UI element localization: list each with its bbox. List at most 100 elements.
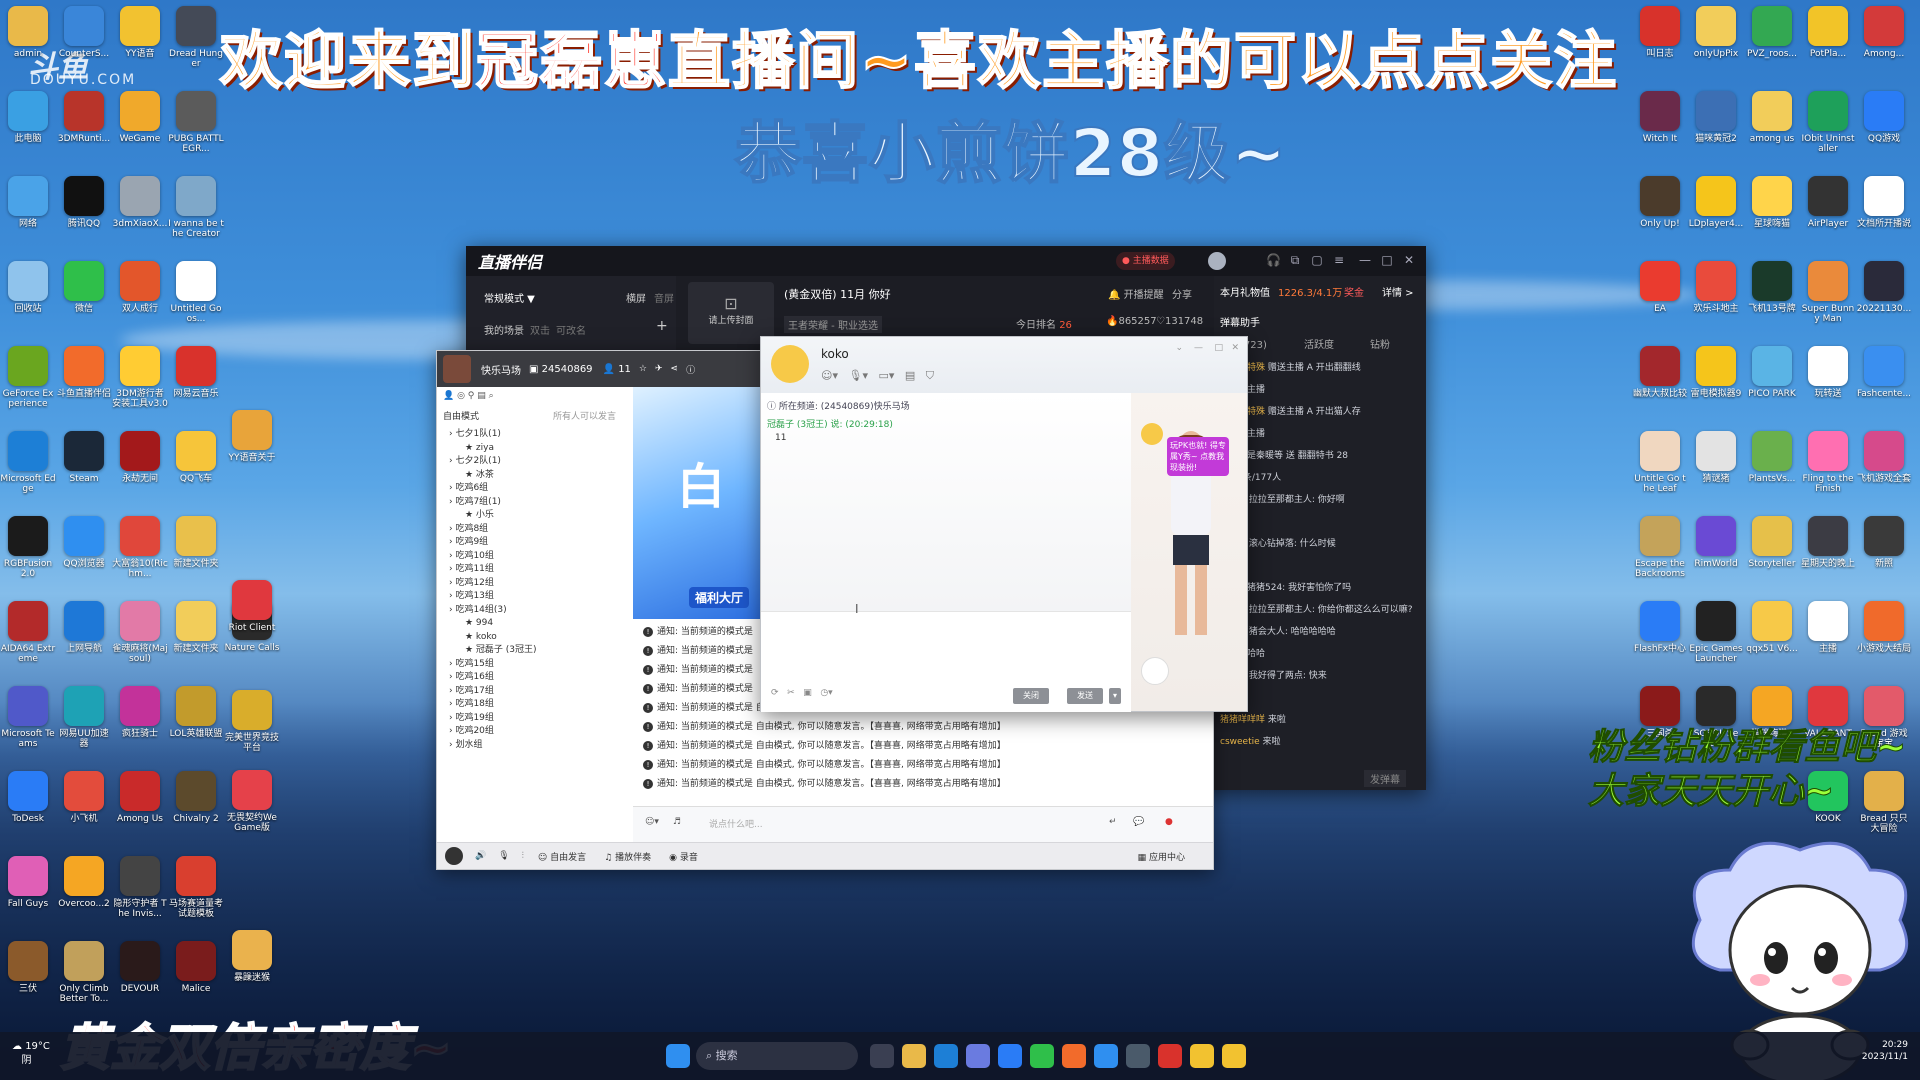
desktop-icon[interactable]: Among... xyxy=(1856,6,1912,59)
plane-icon[interactable]: ✈ xyxy=(655,364,663,374)
desktop-icon[interactable]: PotPla... xyxy=(1800,6,1856,59)
desktop-icon[interactable]: 新建文件夹 xyxy=(168,516,224,569)
channel-subgroup[interactable]: › 吃鸡11组 xyxy=(449,562,494,576)
desktop-icon[interactable]: 欢乐斗地主 xyxy=(1688,261,1744,314)
desktop-icon[interactable]: Escape the Backrooms xyxy=(1632,516,1688,579)
channel-member[interactable]: ★ 冠磊子 (3冠王) xyxy=(465,643,537,657)
desktop-icon[interactable]: 暴躁迷猴 xyxy=(224,930,280,983)
mic-icon[interactable]: ● xyxy=(1165,817,1173,827)
desktop-icon[interactable]: Only Up! xyxy=(1632,176,1688,229)
minimize-icon[interactable]: — xyxy=(1358,253,1372,267)
edge-icon[interactable] xyxy=(934,1044,958,1068)
desktop-icon[interactable]: Untitle Go the Leaf xyxy=(1632,431,1688,494)
contact-avatar[interactable] xyxy=(771,345,809,383)
channel-subgroup[interactable]: › 吃鸡6组 xyxy=(449,481,488,495)
desktop-icon[interactable]: 文档所开播说 xyxy=(1856,176,1912,229)
desktop-icon[interactable]: QQ飞车 xyxy=(168,431,224,484)
desktop-icon[interactable]: 微信 xyxy=(56,261,112,314)
desktop-icon[interactable]: EA xyxy=(1632,261,1688,314)
tab-activity[interactable]: 活跃度 xyxy=(1304,336,1334,351)
desktop-icon[interactable]: Microsoft Edge xyxy=(0,431,56,494)
desktop-icon[interactable]: 星期天的晚上 xyxy=(1800,516,1856,569)
channel-member[interactable]: ★ koko xyxy=(465,630,497,644)
channel-subgroup[interactable]: › 吃鸡7组(1) xyxy=(449,495,501,509)
add-scene-icon[interactable]: + xyxy=(656,318,668,334)
channel-subgroup[interactable]: › 吃鸡12组 xyxy=(449,576,494,590)
pm-send-button[interactable]: 发送 xyxy=(1067,688,1103,704)
desktop-icon[interactable]: 飞机13号牌 xyxy=(1744,261,1800,314)
record-button[interactable]: ◉ 录音 xyxy=(669,850,698,863)
app-center-button[interactable]: ▦ 应用中心 xyxy=(1138,850,1185,863)
desktop-icon[interactable]: GeForce Experience xyxy=(0,346,56,409)
pm-toolbar-icons[interactable]: ☺▾ 🎙▾ ▭▾ ▤ ⛉ xyxy=(821,369,934,383)
desktop-icon[interactable]: Microsoft Teams xyxy=(0,686,56,749)
live-companion-titlebar[interactable]: 直播伴侣 ● 主播数据 🎧 ⧉ ▢ ≡ — □ ✕ xyxy=(466,246,1426,276)
pm-close-button[interactable]: 关闭 xyxy=(1013,688,1049,704)
desktop-icon[interactable]: AIDA64 Extreme xyxy=(0,601,56,664)
desktop-icon[interactable]: 小飞机 xyxy=(56,771,112,824)
desktop-icon[interactable]: 大富翁10(Richm... xyxy=(112,516,168,579)
desktop-icon[interactable]: YY语音关于 xyxy=(224,410,280,463)
desktop-icon[interactable]: Among Us xyxy=(112,771,168,824)
desktop-icon[interactable]: 网易云音乐 xyxy=(168,346,224,399)
channel-subgroup[interactable]: › 吃鸡10组 xyxy=(449,549,494,563)
tab-audio[interactable]: 音屏 xyxy=(654,290,674,305)
channel-subgroup[interactable]: › 吃鸡15组 xyxy=(449,657,494,671)
share-button[interactable]: 分享 xyxy=(1172,286,1192,301)
channel-subgroup[interactable]: › 吃鸡8组 xyxy=(449,522,488,536)
tab-diamond[interactable]: 钻粉 xyxy=(1370,336,1390,351)
channel-member[interactable]: ★ 994 xyxy=(465,616,493,630)
explorer-icon[interactable] xyxy=(902,1044,926,1068)
desktop-icon[interactable]: 小游戏大结局 xyxy=(1856,601,1912,654)
avatar[interactable] xyxy=(1208,252,1226,270)
pm-maximize-icon[interactable]: □ xyxy=(1214,343,1223,353)
taskview-icon[interactable] xyxy=(870,1044,894,1068)
desktop-icon[interactable]: 20221130... xyxy=(1856,261,1912,314)
desktop-icon[interactable]: RimWorld xyxy=(1688,516,1744,569)
mixer-icon[interactable]: ⫶ xyxy=(522,851,524,861)
channel-avatar[interactable] xyxy=(443,355,471,383)
share-icon[interactable]: ⋖ xyxy=(671,364,679,374)
desktop-icon[interactable]: I wanna be the Creator xyxy=(168,176,224,239)
wechat-icon[interactable] xyxy=(1030,1044,1054,1068)
desktop-icon[interactable]: 新照 xyxy=(1856,516,1912,569)
pm-more-icon[interactable]: ⌄ xyxy=(1175,343,1183,353)
desktop-icon[interactable]: 无畏契约WeGame版 xyxy=(224,770,280,833)
desktop-icon[interactable]: ToDesk xyxy=(0,771,56,824)
desktop-icon[interactable]: 网络 xyxy=(0,176,56,229)
desktop-icon[interactable]: FlashFx中心 xyxy=(1632,601,1688,654)
desktop-icon[interactable]: 3DMRunti... xyxy=(56,91,112,144)
desktop-icon[interactable]: WeGame xyxy=(112,91,168,144)
desktop-icon[interactable]: 猜谜猪 xyxy=(1688,431,1744,484)
speaker-icon[interactable]: 🔊 xyxy=(475,851,486,861)
desktop-icon[interactable]: among us xyxy=(1744,91,1800,144)
channel-subgroup[interactable]: › 七夕1队(1) xyxy=(449,427,501,441)
yy-icon[interactable] xyxy=(1190,1044,1214,1068)
desktop-icon[interactable]: Untitled Goos... xyxy=(168,261,224,324)
upload-cover-button[interactable]: ⊡ 请上传封面 xyxy=(688,282,774,344)
yy-chat-icon[interactable] xyxy=(1222,1044,1246,1068)
desktop-icon[interactable]: Riot Client xyxy=(224,580,280,633)
desktop-icon[interactable]: 上网导航 xyxy=(56,601,112,654)
desktop-icon[interactable]: 回收站 xyxy=(0,261,56,314)
pm-close-icon[interactable]: ✕ xyxy=(1231,343,1239,353)
desktop-icon[interactable]: Overcoo...2 xyxy=(56,856,112,909)
channel-subgroup[interactable]: › 七夕2队(1) xyxy=(449,454,501,468)
tab-landscape[interactable]: 横屏 xyxy=(626,290,646,305)
channel-subgroup[interactable]: › 吃鸡19组 xyxy=(449,711,494,725)
desktop-icon[interactable]: DEVOUR xyxy=(112,941,168,994)
voice-icon[interactable]: ♬ xyxy=(673,817,681,827)
desktop-icon[interactable]: 三伏 xyxy=(0,941,56,994)
channel-member[interactable]: ★ ziya xyxy=(465,441,494,455)
desktop-icon[interactable]: admin xyxy=(0,6,56,59)
message-input-area[interactable]: ☺▾ ♬ 说点什么吧... ↵ 💬 ● xyxy=(633,806,1213,843)
channel-member[interactable]: ★ 冰茶 xyxy=(465,468,494,482)
channel-subgroup[interactable]: › 吃鸡9组 xyxy=(449,535,488,549)
desktop-icon[interactable]: Fling to the Finish xyxy=(1800,431,1856,494)
welfare-banner[interactable]: 白 福利大厅 xyxy=(633,387,761,619)
channel-subgroup[interactable]: › 吃鸡20组 xyxy=(449,724,494,738)
live-data-button[interactable]: ● 主播数据 xyxy=(1116,252,1175,270)
desktop-icon[interactable]: Bread 只只大冒险 xyxy=(1856,771,1912,834)
send-danmu-button[interactable]: 发弹幕 xyxy=(1364,770,1406,787)
start-remind[interactable]: 🔔 开播提醒 xyxy=(1108,286,1164,301)
